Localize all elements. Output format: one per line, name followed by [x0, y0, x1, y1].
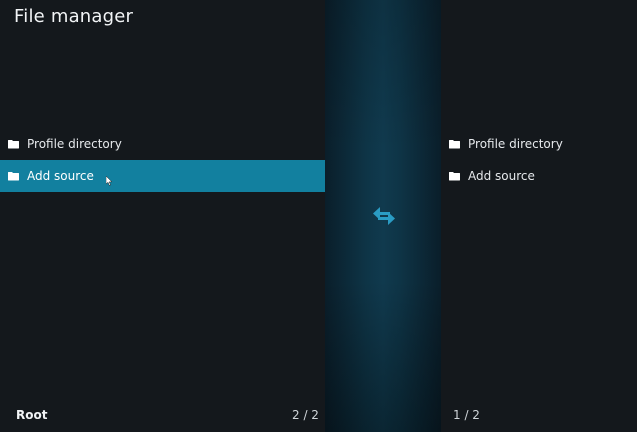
right-page-indicator: 1 / 2	[453, 408, 480, 422]
left-pane	[0, 0, 325, 432]
left-item-label: Profile directory	[27, 137, 122, 151]
right-item-profile-directory[interactable]: Profile directory	[441, 128, 637, 160]
folder-icon	[8, 139, 19, 149]
left-item-label: Add source	[27, 169, 94, 183]
right-file-list: Profile directory Add source	[441, 128, 637, 192]
left-file-list: Profile directory Add source	[0, 128, 325, 192]
left-item-add-source[interactable]: Add source	[0, 160, 325, 192]
mouse-pointer-icon	[105, 175, 113, 186]
folder-icon	[449, 139, 460, 149]
page-title: File manager	[14, 6, 134, 27]
folder-icon	[449, 171, 460, 181]
right-item-label: Profile directory	[468, 137, 563, 151]
right-item-add-source[interactable]: Add source	[441, 160, 637, 192]
folder-icon	[8, 171, 19, 181]
right-item-label: Add source	[468, 169, 535, 183]
file-manager-screen: File manager Profile directory Add sourc…	[0, 0, 637, 432]
right-pane	[441, 0, 637, 432]
left-path-label: Root	[16, 408, 48, 422]
swap-arrows-icon[interactable]	[370, 204, 398, 228]
left-page-indicator: 2 / 2	[292, 408, 319, 422]
left-item-profile-directory[interactable]: Profile directory	[0, 128, 325, 160]
